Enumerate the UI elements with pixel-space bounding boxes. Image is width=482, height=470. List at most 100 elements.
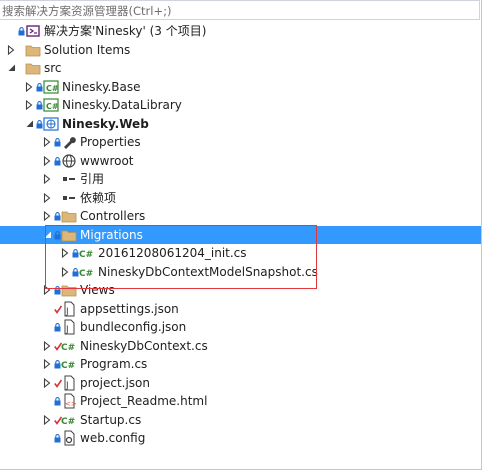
tree-item-wwwroot[interactable]: wwwroot [0,152,482,170]
expanded-arrow-icon[interactable] [42,226,52,244]
collapsed-arrow-icon[interactable] [42,133,52,151]
collapsed-arrow-icon[interactable] [60,244,70,262]
tree-item-label: Program.cs [80,357,148,371]
tree-item-project-json[interactable]: Jproject.json [0,374,482,392]
tree-item-properties[interactable]: Properties [0,133,482,151]
tree-item-dbcontext-cs[interactable]: C# NineskyDbContext.cs [0,337,482,355]
collapsed-arrow-icon[interactable] [42,207,52,225]
collapsed-arrow-icon[interactable] [42,152,52,170]
tree-item-label: NineskyDbContextModelSnapshot.cs [98,264,318,279]
csharp-project-icon: C# [43,97,59,113]
tree-item-label: Project_Readme.html [80,394,208,408]
json-file-icon: J [61,319,77,335]
expanded-arrow-icon[interactable] [24,115,34,133]
tree-item-label: appsettings.json [80,301,179,316]
tree-item-label: 依赖项 [80,190,117,205]
tree-item-label: Controllers [80,209,146,223]
config-file-icon [61,430,77,446]
wrench-icon [61,134,77,150]
tree-item-appsettings[interactable]: Jappsettings.json [0,300,482,318]
tree-item-migrations[interactable]: Migrations [0,225,482,244]
search-box[interactable]: 搜索解决方案资源管理器(Ctrl+;) [0,0,480,20]
tree-item-label: 20161208061204_init.cs [98,246,247,260]
folder-icon [61,282,77,298]
csharp-project-icon: C# [43,79,59,95]
html-file-icon: <> [61,393,77,409]
collapsed-arrow-icon[interactable] [24,96,34,114]
references-icon [61,171,77,187]
tree-item-readme[interactable]: <> Project_Readme.html [0,392,482,410]
folder-icon [61,227,77,243]
tree-item-label: Ninesky.Web [62,116,149,131]
tree-item-init-cs[interactable]: C# 20161208061204_init.cs [0,244,482,262]
tree-item-startup-cs[interactable]: C# Startup.cs [0,411,482,429]
svg-text:<>: <> [65,400,77,408]
collapsed-arrow-icon[interactable] [42,374,52,392]
tree-item-ninesky-datalibrary[interactable]: C# Ninesky.DataLibrary [0,96,482,114]
solution-icon [25,23,41,39]
tree-item-label: wwwroot [80,153,134,168]
collapsed-arrow-icon[interactable] [60,263,70,281]
tree-item-controllers[interactable]: Controllers [0,207,482,225]
tree-item-label: 引用 [80,172,105,186]
svg-text:C#: C# [61,343,75,353]
svg-text:C#: C# [79,269,93,279]
folder-icon [61,208,77,224]
tree-item-solution[interactable]: 解决方案'Ninesky' (3 个项目) [0,22,482,40]
collapsed-arrow-icon[interactable] [42,411,52,429]
csharp-file-icon: C# [61,412,77,428]
csharp-file-icon: C# [79,245,95,261]
tree-item-label: Ninesky.Base [62,79,141,94]
folder-icon [25,60,41,76]
collapsed-arrow-icon[interactable] [6,41,16,59]
json-file-icon: J [61,301,77,317]
tree-item-label: bundleconfig.json [80,320,187,334]
tree-item-bundleconfig[interactable]: Jbundleconfig.json [0,318,482,336]
web-project-icon [43,116,59,132]
collapsed-arrow-icon[interactable] [42,355,52,373]
tree-item-ninesky-web[interactable]: Ninesky.Web [0,115,482,133]
collapsed-arrow-icon[interactable] [42,189,52,207]
svg-text:C#: C# [79,250,93,260]
tree-item-label: project.json [80,375,150,390]
csharp-file-icon: C# [61,356,77,372]
tree-item-views[interactable]: Views [0,281,482,299]
collapsed-arrow-icon[interactable] [42,281,52,299]
json-file-icon: J [61,375,77,391]
svg-text:J: J [65,307,69,317]
expanded-arrow-icon[interactable] [6,59,16,77]
svg-text:J: J [65,325,69,335]
tree-item-label: Migrations [80,227,143,242]
folder-icon [25,42,41,58]
tree-item-dependencies[interactable]: 依赖项 [0,189,482,207]
csharp-file-icon: C# [79,264,95,280]
tree-item-label: src [44,61,62,75]
collapsed-arrow-icon[interactable] [42,337,52,355]
tree-item-web-config[interactable]: web.config [0,429,482,447]
tree-item-references[interactable]: 引用 [0,170,482,188]
tree-item-label: Ninesky.DataLibrary [62,98,182,112]
tree-item-label: web.config [80,431,146,445]
search-input[interactable]: 搜索解决方案资源管理器(Ctrl+;) [2,3,171,19]
csharp-file-icon: C# [61,338,77,354]
tree-item-label: Properties [80,135,141,149]
tree-item-program-cs[interactable]: C# Program.cs [0,355,482,373]
svg-text:C#: C# [61,361,75,371]
tree-item-ninesky-base[interactable]: C# Ninesky.Base [0,78,482,96]
svg-text:C#: C# [46,84,59,93]
tree-item-src[interactable]: src [0,59,482,77]
svg-text:J: J [65,381,69,391]
collapsed-arrow-icon[interactable] [42,170,52,188]
references-icon [61,190,77,206]
tree-item-snapshot-cs[interactable]: C# NineskyDbContextModelSnapshot.cs [0,263,482,281]
tree-item-solution-items[interactable]: Solution Items [0,41,482,59]
tree-item-label: Startup.cs [80,412,142,427]
svg-text:C#: C# [46,102,59,111]
tree-item-label: Solution Items [44,42,131,57]
svg-text:C#: C# [61,417,75,427]
collapsed-arrow-icon[interactable] [24,78,34,96]
tree-item-label: Views [80,283,115,297]
tree-item-label: NineskyDbContext.cs [80,338,208,353]
globe-icon [61,153,77,169]
tree-item-label: 解决方案'Ninesky' (3 个项目) [44,24,207,38]
